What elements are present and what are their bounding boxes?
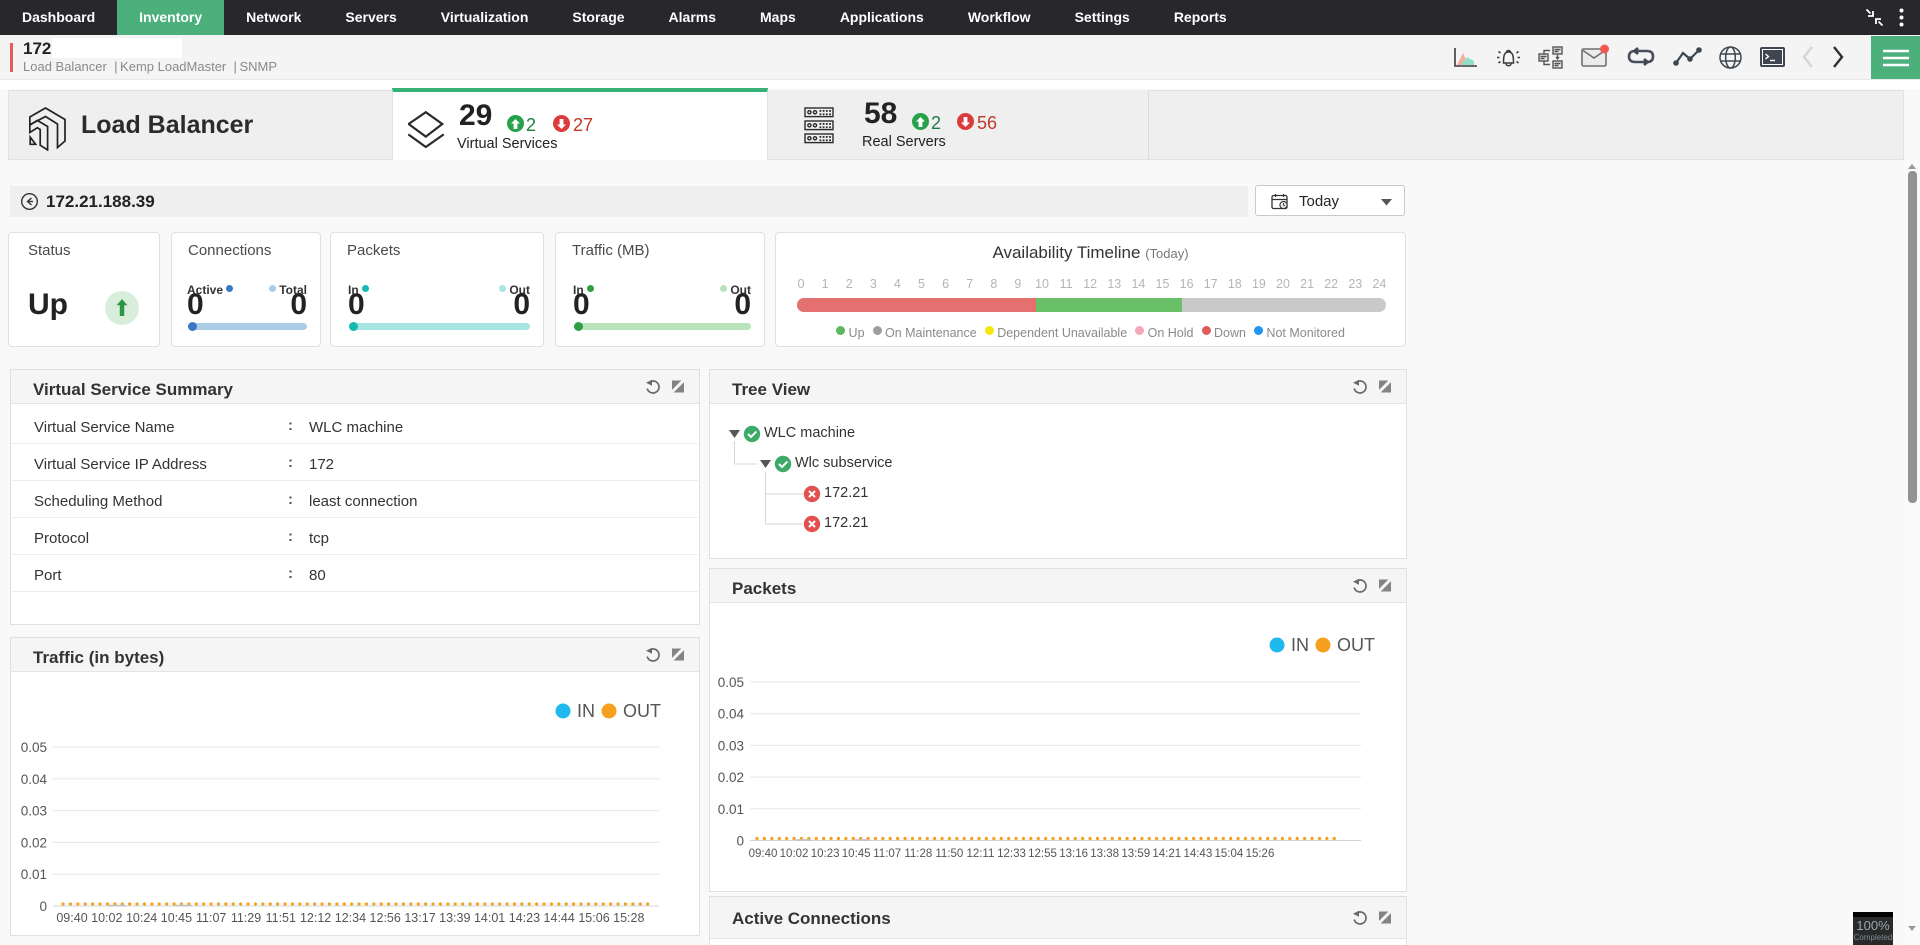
svg-text:0: 0: [736, 834, 744, 849]
svg-text:0.03: 0.03: [718, 738, 744, 753]
svg-text:11:28: 11:28: [904, 848, 932, 860]
svg-text:10:23: 10:23: [811, 848, 840, 860]
svg-text:0.03: 0.03: [21, 804, 47, 819]
svg-text:12:56: 12:56: [370, 911, 401, 925]
svg-text:OUT: OUT: [623, 701, 661, 721]
svg-text:13:39: 13:39: [439, 911, 470, 925]
svg-text:10:02: 10:02: [780, 848, 809, 860]
svg-text:14:01: 14:01: [474, 911, 505, 925]
svg-text:13:16: 13:16: [1059, 848, 1088, 860]
svg-text:0.05: 0.05: [718, 675, 744, 690]
svg-text:13:38: 13:38: [1090, 848, 1119, 860]
svg-text:10:45: 10:45: [842, 848, 871, 860]
svg-text:11:51: 11:51: [266, 911, 296, 925]
svg-text:14:23: 14:23: [509, 911, 540, 925]
svg-text:11:50: 11:50: [935, 848, 963, 860]
svg-text:0: 0: [39, 899, 47, 914]
svg-text:12:12: 12:12: [300, 911, 331, 925]
svg-text:10:45: 10:45: [161, 911, 192, 925]
svg-text:0.02: 0.02: [718, 770, 744, 785]
svg-text:0.04: 0.04: [21, 772, 48, 787]
svg-text:10:02: 10:02: [91, 911, 122, 925]
svg-text:15:04: 15:04: [1215, 848, 1244, 860]
svg-text:10:24: 10:24: [126, 911, 157, 925]
svg-text:13:17: 13:17: [404, 911, 435, 925]
svg-text:14:21: 14:21: [1152, 848, 1181, 860]
svg-text:0.01: 0.01: [718, 802, 744, 817]
svg-text:0.02: 0.02: [21, 835, 47, 850]
svg-text:12:33: 12:33: [997, 848, 1026, 860]
svg-text:0.05: 0.05: [21, 740, 47, 755]
svg-text:15:06: 15:06: [578, 911, 609, 925]
svg-text:IN: IN: [1291, 635, 1309, 655]
svg-text:11:29: 11:29: [231, 911, 261, 925]
svg-text:14:43: 14:43: [1183, 848, 1212, 860]
svg-text:15:26: 15:26: [1246, 848, 1275, 860]
svg-text:IN: IN: [577, 701, 595, 721]
svg-text:14:44: 14:44: [544, 911, 575, 925]
svg-text:12:34: 12:34: [335, 911, 366, 925]
svg-text:09:40: 09:40: [56, 911, 87, 925]
svg-text:13:59: 13:59: [1121, 848, 1150, 860]
svg-text:09:40: 09:40: [749, 848, 778, 860]
svg-text:12:11: 12:11: [966, 848, 994, 860]
svg-text:11:07: 11:07: [196, 911, 226, 925]
svg-text:0.04: 0.04: [718, 707, 745, 722]
svg-text:OUT: OUT: [1337, 635, 1375, 655]
svg-text:0.01: 0.01: [21, 867, 47, 882]
svg-text:11:07: 11:07: [873, 848, 901, 860]
svg-text:12:55: 12:55: [1028, 848, 1057, 860]
svg-text:15:28: 15:28: [613, 911, 644, 925]
